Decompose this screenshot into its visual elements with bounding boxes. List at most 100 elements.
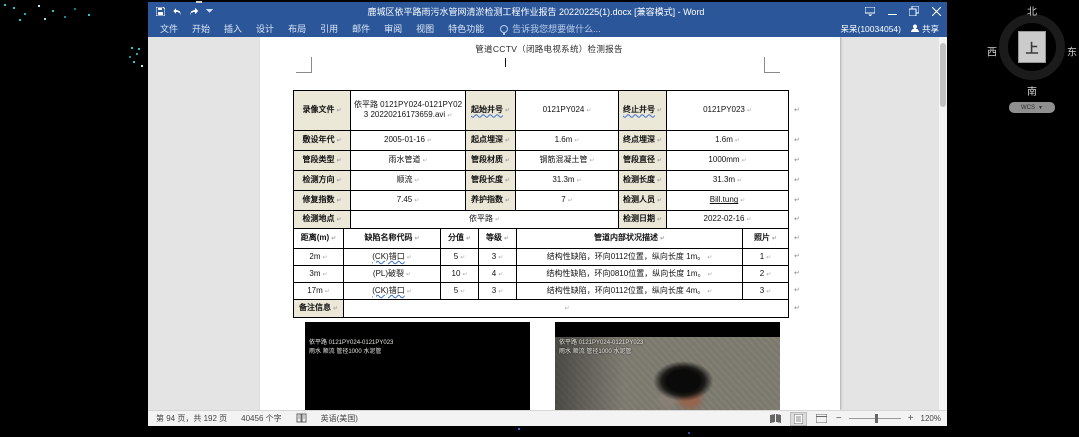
paragraph-mark: ↵	[794, 197, 800, 204]
zoom-in-button[interactable]: +	[908, 413, 914, 424]
restore-icon[interactable]	[903, 2, 925, 20]
table-cell[interactable]: 管段长度 ↵	[465, 170, 516, 191]
table-cell[interactable]: 钢筋混凝土管 ↵	[515, 150, 619, 171]
table-cell[interactable]: 结构性缺陷，环向0810位置，纵向长度 1m。 ↵	[516, 265, 743, 283]
qat-dropdown-icon[interactable]	[206, 8, 213, 14]
table-cell[interactable]: 修复指数 ↵	[293, 190, 351, 211]
table-cell[interactable]: 17m ↵	[293, 282, 344, 300]
table-cell[interactable]: 缺陷名称代码 ↵	[343, 228, 441, 249]
ribbon-tab-3[interactable]: 插入	[224, 22, 242, 35]
table-cell[interactable]: (CK)错口 ↵	[343, 248, 441, 266]
table-cell[interactable]: 检测地点 ↵	[293, 210, 351, 229]
table-cell[interactable]: 1.6m ↵	[666, 130, 789, 151]
web-layout-button[interactable]	[814, 413, 829, 425]
table-cell[interactable]: 录像文件 ↵	[293, 90, 351, 131]
table-cell[interactable]: 3m ↵	[293, 265, 344, 283]
compass-west-label: 西	[987, 47, 997, 59]
table-cell[interactable]: (PL)破裂 ↵	[343, 265, 441, 283]
table-cell[interactable]: 顺流 ↵	[350, 170, 466, 191]
table-cell[interactable]: 2005-01-16 ↵	[350, 130, 466, 151]
table-cell[interactable]: 备注信息 ↵	[293, 299, 344, 318]
table-cell[interactable]: 终点埋深 ↵	[618, 130, 667, 151]
table-cell[interactable]: 7.45 ↵	[350, 190, 466, 211]
table-cell[interactable]: 检测人员 ↵	[618, 190, 667, 211]
table-cell[interactable]: 31.3m ↵	[515, 170, 619, 191]
table-cell[interactable]: 管段类型 ↵	[293, 150, 351, 171]
table-cell[interactable]: 1.6m ↵	[515, 130, 619, 151]
table-cell[interactable]: 依平路 0121PY024-0121PY023 20220216173659.a…	[350, 90, 466, 131]
ribbon-tab-1[interactable]: 文件	[160, 22, 178, 35]
table-cell[interactable]: 31.3m ↵	[666, 170, 789, 191]
table-cell[interactable]: 0121PY023 ↵	[666, 90, 789, 131]
save-icon[interactable]	[156, 6, 165, 16]
minimize-icon[interactable]	[881, 2, 903, 20]
table-cell[interactable]: 依平路 ↵	[350, 210, 619, 229]
table-cell[interactable]: 管道内部状况描述 ↵	[516, 228, 743, 249]
table-cell[interactable]: 5 ↵	[440, 248, 479, 266]
table-cell[interactable]: 管段材质 ↵	[465, 150, 516, 171]
table-cell[interactable]: 结构性缺陷，环向0112位置，纵向长度 4m。 ↵	[516, 282, 743, 300]
read-mode-button[interactable]	[768, 413, 783, 425]
table-cell[interactable]: 1 ↵	[742, 248, 789, 266]
ribbon-tab-6[interactable]: 引用	[320, 22, 338, 35]
ribbon-tab-7[interactable]: 邮件	[352, 22, 370, 35]
zoom-slider[interactable]	[848, 414, 901, 423]
table-cell[interactable]: 等级 ↵	[478, 228, 517, 249]
proofing-icon[interactable]	[296, 413, 307, 425]
page-indicator[interactable]: 第 94 页，共 192 页	[156, 413, 227, 424]
table-cell[interactable]: 1000mm ↵	[666, 150, 789, 171]
table-cell[interactable]: 2022-02-16 ↵	[666, 210, 789, 229]
signed-in-user[interactable]: 呆呆(10034054)	[841, 23, 901, 35]
vertical-scrollbar[interactable]	[939, 37, 947, 410]
ribbon-tab-4[interactable]: 设计	[256, 22, 274, 35]
compass-up-button[interactable]: 上	[1018, 31, 1046, 63]
compass-mode-button[interactable]: WCS ▼	[1009, 102, 1055, 113]
ribbon-tab-8[interactable]: 审阅	[384, 22, 402, 35]
table-cell[interactable]: 0121PY024 ↵	[515, 90, 619, 131]
table-cell[interactable]: 分值 ↵	[440, 228, 479, 249]
redo-icon[interactable]	[189, 7, 199, 16]
table-cell[interactable]: ↵	[343, 299, 789, 318]
table-cell[interactable]: (CK)错口 ↵	[343, 282, 441, 300]
table-cell[interactable]: 3 ↵	[478, 282, 517, 300]
zoom-out-button[interactable]: −	[836, 413, 842, 424]
table-cell[interactable]: 敷设年代 ↵	[293, 130, 351, 151]
table-cell[interactable]: 2 ↵	[742, 265, 789, 283]
ribbon-tab-9[interactable]: 视图	[416, 22, 434, 35]
table-cell[interactable]: 起始井号 ↵	[465, 90, 516, 131]
table-cell[interactable]: 养护指数 ↵	[465, 190, 516, 211]
table-cell[interactable]: 4 ↵	[478, 265, 517, 283]
ribbon-tab-2[interactable]: 开始	[192, 22, 210, 35]
undo-icon[interactable]	[172, 7, 182, 16]
table-cell[interactable]: 3 ↵	[742, 282, 789, 300]
print-layout-button[interactable]	[789, 411, 807, 426]
ribbon-tab-5[interactable]: 布局	[288, 22, 306, 35]
table-cell[interactable]: 检测长度 ↵	[618, 170, 667, 191]
table-cell[interactable]: 5 ↵	[440, 282, 479, 300]
table-cell[interactable]: 距离(m) ↵	[293, 228, 344, 249]
word-count[interactable]: 40456 个字	[241, 413, 281, 424]
ribbon-display-options-icon[interactable]	[859, 2, 881, 20]
table-cell[interactable]: Bill.tung ↵	[666, 190, 789, 211]
table-cell[interactable]: 结构性缺陷，环向0112位置，纵向长度 1m。 ↵	[516, 248, 743, 266]
table-cell[interactable]: 终止井号 ↵	[618, 90, 667, 131]
table-cell[interactable]: 3 ↵	[478, 248, 517, 266]
table-cell[interactable]: 管段直径 ↵	[618, 150, 667, 171]
zoom-slider-thumb[interactable]	[874, 414, 878, 423]
scrollbar-thumb[interactable]	[940, 43, 946, 107]
table-cell[interactable]: 2m ↵	[293, 248, 344, 266]
language-indicator[interactable]: 英语(美国)	[321, 413, 358, 424]
zoom-level[interactable]: 120%	[921, 414, 941, 423]
ribbon-tab-10[interactable]: 特色功能	[448, 22, 484, 35]
table-cell[interactable]: 雨水管道 ↵	[350, 150, 466, 171]
table-cell[interactable]: 照片 ↵	[742, 228, 789, 249]
table-cell[interactable]: 起点埋深 ↵	[465, 130, 516, 151]
table-cell[interactable]: 7 ↵	[515, 190, 619, 211]
table-cell[interactable]: 检测方向 ↵	[293, 170, 351, 191]
document-page[interactable]: 管道CCTV（闭路电视系统）检测报告 录像文件 ↵ 依平路 0121PY024-01…	[260, 37, 840, 410]
close-icon[interactable]	[925, 2, 947, 20]
table-cell[interactable]: 10 ↵	[440, 265, 479, 283]
tell-me-box[interactable]: 告诉我您想要做什么...	[500, 22, 601, 35]
share-button[interactable]: 共享	[910, 23, 939, 35]
table-cell[interactable]: 检测日期 ↵	[618, 210, 667, 229]
